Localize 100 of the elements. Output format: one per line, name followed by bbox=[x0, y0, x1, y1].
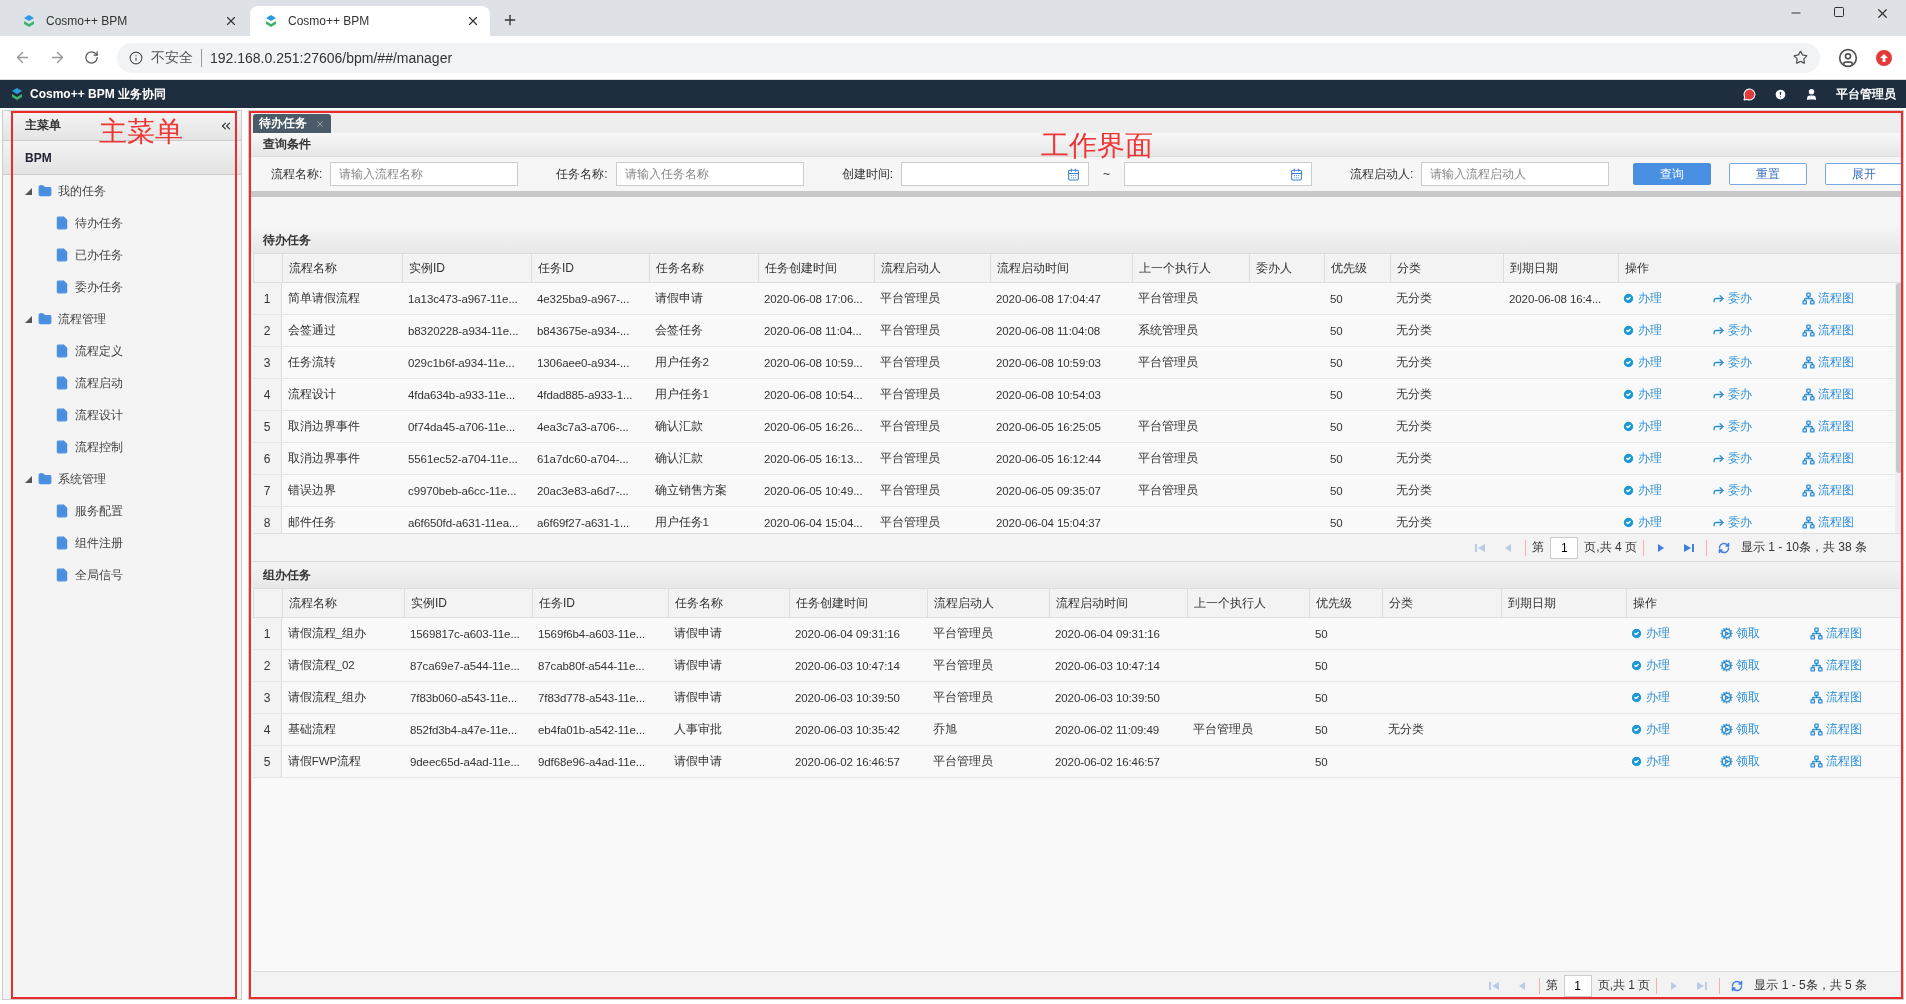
column-header[interactable]: 任务创建时间 bbox=[789, 589, 927, 617]
handle-link[interactable]: 办理 bbox=[1622, 514, 1662, 531]
handle-link[interactable]: 办理 bbox=[1630, 721, 1670, 738]
expander-icon[interactable] bbox=[25, 315, 32, 323]
column-header[interactable]: 委办人 bbox=[1249, 254, 1324, 282]
column-header[interactable]: 流程启动时间 bbox=[1049, 589, 1187, 617]
close-icon[interactable] bbox=[466, 14, 480, 28]
input-field[interactable]: 请输入任务名称 bbox=[615, 162, 804, 186]
handle-link[interactable]: 办理 bbox=[1630, 753, 1670, 770]
calendar-icon[interactable] bbox=[1290, 167, 1304, 181]
close-icon[interactable] bbox=[224, 14, 238, 28]
query-button[interactable]: 重置 bbox=[1729, 163, 1807, 185]
handle-link[interactable]: 办理 bbox=[1622, 290, 1662, 307]
tree-item[interactable]: 流程管理 bbox=[58, 310, 106, 328]
page-tab[interactable]: 待办任务 bbox=[253, 114, 331, 133]
flow-diagram-link[interactable]: 流程图 bbox=[1810, 657, 1862, 674]
tree-item[interactable]: 全局信号 bbox=[75, 566, 123, 584]
tree-item[interactable]: 流程启动 bbox=[75, 374, 123, 392]
tree-item[interactable]: 组件注册 bbox=[75, 534, 123, 552]
tree-item[interactable]: 已办任务 bbox=[75, 246, 123, 264]
bookmark-star-icon[interactable] bbox=[1793, 50, 1808, 65]
tree-item[interactable]: 待办任务 bbox=[75, 214, 123, 232]
tree-item[interactable]: 流程定义 bbox=[75, 342, 123, 360]
column-header[interactable]: 任务名称 bbox=[668, 589, 789, 617]
handle-link[interactable]: 办理 bbox=[1630, 625, 1670, 642]
handle-link[interactable]: 办理 bbox=[1630, 657, 1670, 674]
expander-icon[interactable] bbox=[25, 187, 32, 195]
column-header[interactable]: 操作 bbox=[1626, 589, 1903, 617]
tree-item[interactable]: 我的任务 bbox=[58, 182, 106, 200]
column-header[interactable]: 分类 bbox=[1390, 254, 1503, 282]
column-header[interactable]: 流程启动人 bbox=[927, 589, 1049, 617]
date-field[interactable] bbox=[901, 162, 1090, 186]
query-button[interactable]: 展开 bbox=[1825, 163, 1903, 185]
address-bar[interactable]: 不安全 192.168.0.251:27606/bpm/##/manager bbox=[117, 42, 1820, 73]
column-header[interactable]: 流程启动人 bbox=[874, 254, 990, 282]
claim-link[interactable]: 领取 bbox=[1720, 657, 1760, 674]
forward-icon[interactable] bbox=[49, 49, 66, 66]
tree-item[interactable]: 委办任务 bbox=[75, 278, 123, 296]
tree-item[interactable]: 流程控制 bbox=[75, 438, 123, 456]
calendar-icon[interactable] bbox=[1067, 167, 1081, 181]
page-number-field[interactable]: 1 bbox=[1563, 974, 1592, 997]
flow-diagram-link[interactable]: 流程图 bbox=[1802, 386, 1854, 403]
claim-link[interactable]: 领取 bbox=[1720, 753, 1760, 770]
column-header[interactable]: 上一个执行人 bbox=[1187, 589, 1309, 617]
flow-diagram-link[interactable]: 流程图 bbox=[1802, 418, 1854, 435]
tree-item[interactable]: 系统管理 bbox=[58, 470, 106, 488]
claim-link[interactable]: 领取 bbox=[1720, 689, 1760, 706]
column-header[interactable]: 流程启动时间 bbox=[990, 254, 1132, 282]
handle-link[interactable]: 办理 bbox=[1622, 386, 1662, 403]
column-header[interactable]: 任务ID bbox=[531, 254, 649, 282]
flow-diagram-link[interactable]: 流程图 bbox=[1810, 625, 1862, 642]
column-header[interactable]: 实例ID bbox=[404, 589, 532, 617]
handle-link[interactable]: 办理 bbox=[1622, 322, 1662, 339]
column-header[interactable]: 任务名称 bbox=[649, 254, 758, 282]
handle-link[interactable]: 办理 bbox=[1622, 354, 1662, 371]
column-header[interactable]: 任务创建时间 bbox=[758, 254, 874, 282]
column-header[interactable]: 到期日期 bbox=[1501, 589, 1626, 617]
page-number-field[interactable]: 1 bbox=[1550, 536, 1579, 559]
flow-diagram-link[interactable]: 流程图 bbox=[1802, 482, 1854, 499]
new-tab-icon[interactable] bbox=[502, 12, 518, 28]
handle-link[interactable]: 办理 bbox=[1622, 450, 1662, 467]
update-icon[interactable] bbox=[1876, 49, 1892, 66]
reload-icon[interactable] bbox=[84, 50, 99, 65]
handle-link[interactable]: 办理 bbox=[1630, 689, 1670, 706]
column-header[interactable]: 到期日期 bbox=[1503, 254, 1618, 282]
browser-tab[interactable]: Cosmo++ BPM bbox=[250, 6, 490, 36]
close-icon[interactable] bbox=[1875, 6, 1890, 21]
expander-icon[interactable] bbox=[25, 475, 32, 483]
input-field[interactable]: 请输入流程名称 bbox=[330, 162, 519, 186]
chat-icon[interactable] bbox=[1743, 87, 1756, 101]
column-header[interactable]: 流程名称 bbox=[282, 589, 404, 617]
claim-link[interactable]: 领取 bbox=[1720, 721, 1760, 738]
user-name[interactable]: 平台管理员 bbox=[1836, 85, 1896, 103]
maximize-icon[interactable] bbox=[1833, 6, 1845, 18]
handle-link[interactable]: 办理 bbox=[1622, 418, 1662, 435]
tree-item[interactable]: 服务配置 bbox=[75, 502, 123, 520]
flow-diagram-link[interactable]: 流程图 bbox=[1802, 514, 1854, 531]
scrollbar[interactable] bbox=[1895, 283, 1903, 533]
back-icon[interactable] bbox=[14, 49, 31, 66]
column-header[interactable]: 实例ID bbox=[402, 254, 531, 282]
date-field[interactable] bbox=[1124, 162, 1313, 186]
flow-diagram-link[interactable]: 流程图 bbox=[1810, 721, 1862, 738]
flow-diagram-link[interactable]: 流程图 bbox=[1802, 290, 1854, 307]
flow-diagram-link[interactable]: 流程图 bbox=[1810, 689, 1862, 706]
browser-tab[interactable]: Cosmo++ BPM bbox=[8, 6, 248, 36]
alert-icon[interactable] bbox=[1774, 87, 1787, 101]
column-header[interactable]: 流程名称 bbox=[282, 254, 402, 282]
column-header[interactable]: 操作 bbox=[1618, 254, 1903, 282]
flow-diagram-link[interactable]: 流程图 bbox=[1802, 322, 1854, 339]
column-header[interactable]: 分类 bbox=[1382, 589, 1501, 617]
profile-icon[interactable] bbox=[1838, 47, 1858, 68]
tree-item[interactable]: 流程设计 bbox=[75, 406, 123, 424]
column-header[interactable]: 上一个执行人 bbox=[1132, 254, 1249, 282]
claim-link[interactable]: 领取 bbox=[1720, 625, 1760, 642]
input-field[interactable]: 请输入流程启动人 bbox=[1421, 162, 1610, 186]
column-header[interactable]: 任务ID bbox=[532, 589, 668, 617]
flow-diagram-link[interactable]: 流程图 bbox=[1810, 753, 1862, 770]
flow-diagram-link[interactable]: 流程图 bbox=[1802, 450, 1854, 467]
column-header[interactable]: 优先级 bbox=[1309, 589, 1382, 617]
handle-link[interactable]: 办理 bbox=[1622, 482, 1662, 499]
